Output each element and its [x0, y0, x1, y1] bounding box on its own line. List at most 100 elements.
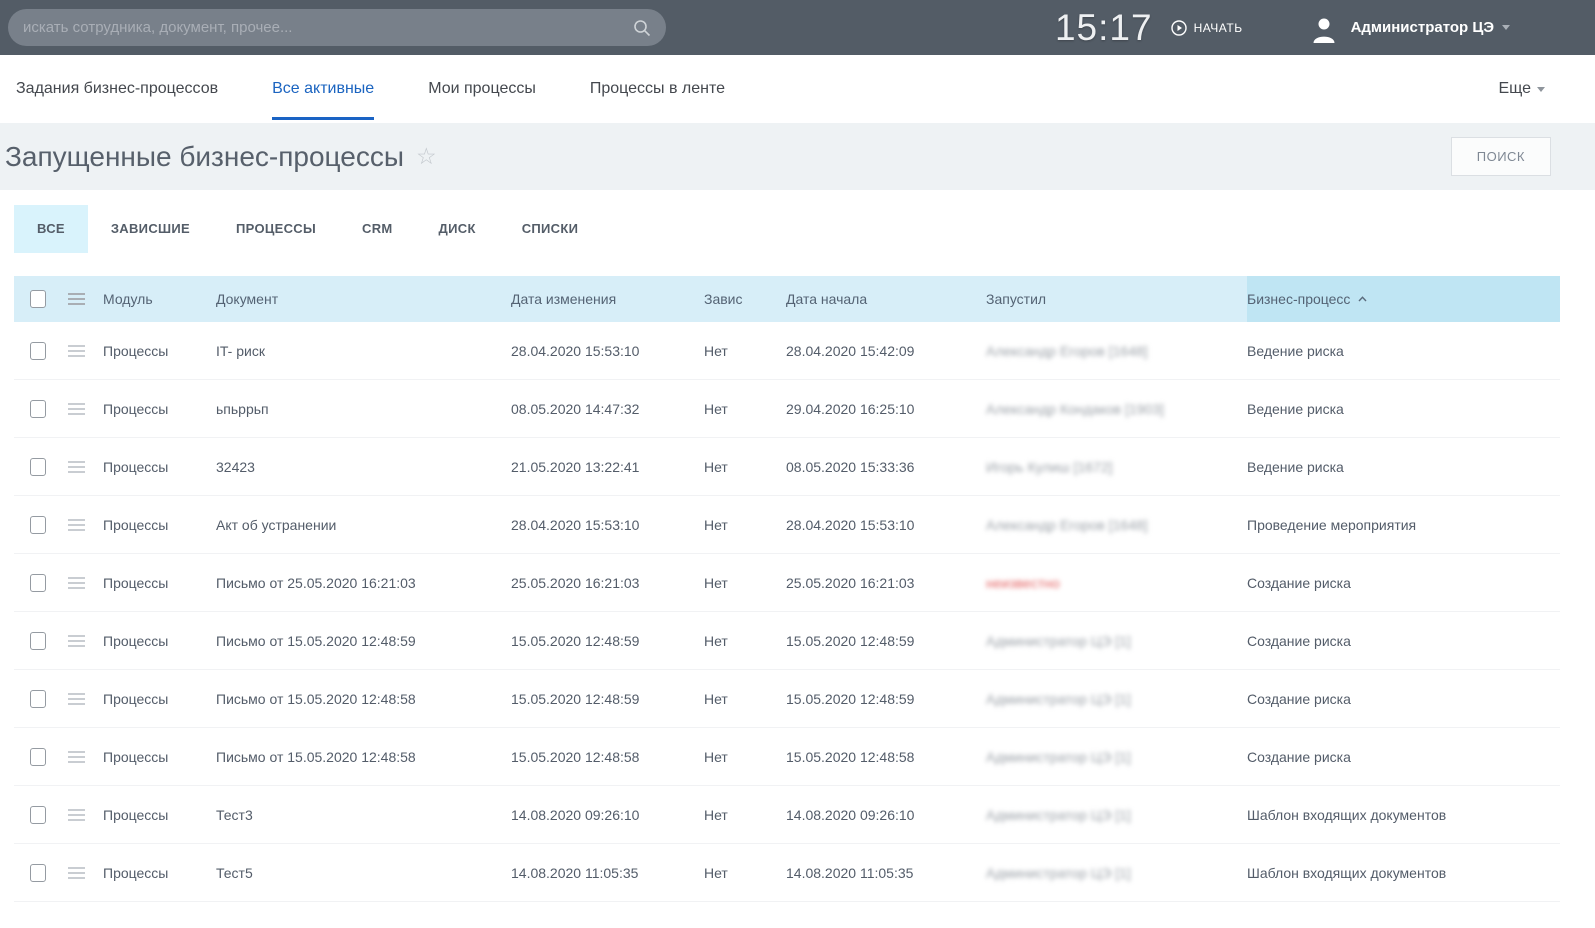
cell-hung: Нет	[704, 865, 786, 881]
row-checkbox[interactable]	[30, 516, 46, 534]
table-row[interactable]: Процессы Письмо от 15.05.2020 12:48:58 1…	[14, 670, 1560, 728]
cell-module: Процессы	[103, 459, 216, 475]
row-menu-icon[interactable]	[68, 867, 85, 879]
cell-process: Ведение риска	[1247, 401, 1560, 417]
global-search[interactable]	[8, 9, 666, 46]
row-menu-icon[interactable]	[68, 577, 85, 589]
chevron-down-icon	[1502, 25, 1510, 30]
col-process-sorted[interactable]: Бизнес-процесс	[1247, 276, 1560, 322]
table-row[interactable]: Процессы IT- риск 28.04.2020 15:53:10 Не…	[14, 322, 1560, 380]
cell-process: Создание риска	[1247, 749, 1560, 765]
cell-launcher-redacted: Александр Кондаков [1903]	[986, 401, 1247, 417]
search-button[interactable]: ПОИСК	[1451, 137, 1551, 176]
filter-processes[interactable]: ПРОЦЕССЫ	[213, 205, 339, 253]
table-row[interactable]: Процессы Письмо от 15.05.2020 12:48:58 1…	[14, 728, 1560, 786]
cell-launcher-redacted: Администратор ЦЭ [1]	[986, 865, 1247, 881]
nav-tabs: Задания бизнес-процессов Все активные Мо…	[0, 55, 1595, 123]
col-document[interactable]: Документ	[216, 291, 511, 307]
row-checkbox[interactable]	[30, 864, 46, 882]
cell-document: 32423	[216, 459, 511, 475]
col-module[interactable]: Модуль	[103, 291, 216, 307]
row-menu-icon[interactable]	[68, 693, 85, 705]
cell-launcher-redacted: Администратор ЦЭ [1]	[986, 633, 1247, 649]
row-menu-icon[interactable]	[68, 519, 85, 531]
cell-modified: 25.05.2020 16:21:03	[511, 575, 704, 591]
row-menu-icon[interactable]	[68, 345, 85, 357]
top-bar: 15:17 НАЧАТЬ Администратор ЦЭ	[0, 0, 1595, 55]
start-label: НАЧАТЬ	[1194, 21, 1243, 35]
table-header: Модуль Документ Дата изменения Завис Дат…	[14, 276, 1560, 322]
table-row[interactable]: Процессы ьпьррьп 08.05.2020 14:47:32 Нет…	[14, 380, 1560, 438]
filter-disk[interactable]: ДИСК	[416, 205, 499, 253]
cell-launcher-redacted: Администратор ЦЭ [1]	[986, 807, 1247, 823]
row-checkbox[interactable]	[30, 458, 46, 476]
row-checkbox[interactable]	[30, 690, 46, 708]
cell-started: 14.08.2020 11:05:35	[786, 865, 986, 881]
filter-crm[interactable]: CRM	[339, 205, 416, 253]
cell-document: Письмо от 15.05.2020 12:48:59	[216, 633, 511, 649]
page-title: Запущенные бизнес-процессы	[5, 141, 404, 173]
col-launcher[interactable]: Запустил	[986, 291, 1247, 307]
cell-started: 14.08.2020 09:26:10	[786, 807, 986, 823]
header-menu-cell	[68, 293, 103, 305]
row-checkbox[interactable]	[30, 632, 46, 650]
cell-document: Акт об устранении	[216, 517, 511, 533]
row-checkbox[interactable]	[30, 400, 46, 418]
table-row[interactable]: Процессы Тест5 14.08.2020 11:05:35 Нет 1…	[14, 844, 1560, 902]
more-menu[interactable]: Еще	[1498, 55, 1545, 123]
row-menu-icon[interactable]	[68, 635, 85, 647]
tab-processes-in-feed[interactable]: Процессы в ленте	[590, 55, 725, 123]
cell-launcher-redacted: неизвестно	[986, 575, 1247, 591]
favorite-star-icon[interactable]: ☆	[416, 145, 437, 168]
process-table: Модуль Документ Дата изменения Завис Дат…	[14, 276, 1560, 902]
table-row[interactable]: Процессы 32423 21.05.2020 13:22:41 Нет 0…	[14, 438, 1560, 496]
cell-modified: 14.08.2020 11:05:35	[511, 865, 704, 881]
search-icon[interactable]	[633, 19, 651, 37]
row-menu-icon[interactable]	[68, 461, 85, 473]
menu-icon[interactable]	[68, 293, 85, 305]
cell-started: 15.05.2020 12:48:58	[786, 749, 986, 765]
cell-started: 28.04.2020 15:53:10	[786, 517, 986, 533]
tab-bp-tasks[interactable]: Задания бизнес-процессов	[16, 55, 218, 123]
cell-modified: 21.05.2020 13:22:41	[511, 459, 704, 475]
row-checkbox[interactable]	[30, 748, 46, 766]
col-started[interactable]: Дата начала	[786, 291, 986, 307]
col-process-label: Бизнес-процесс	[1247, 291, 1350, 307]
row-menu-icon[interactable]	[68, 403, 85, 415]
table-row[interactable]: Процессы Письмо от 15.05.2020 12:48:59 1…	[14, 612, 1560, 670]
col-modified[interactable]: Дата изменения	[511, 291, 704, 307]
cell-process: Ведение риска	[1247, 459, 1560, 475]
chevron-down-icon	[1537, 87, 1545, 92]
table-row[interactable]: Процессы Тест3 14.08.2020 09:26:10 Нет 1…	[14, 786, 1560, 844]
tab-my-processes[interactable]: Мои процессы	[428, 55, 536, 123]
cell-launcher-redacted: Александр Егоров [1648]	[986, 517, 1247, 533]
row-checkbox[interactable]	[30, 574, 46, 592]
filter-all[interactable]: ВСЕ	[14, 205, 88, 253]
cell-modified: 08.05.2020 14:47:32	[511, 401, 704, 417]
user-avatar[interactable]	[1309, 13, 1339, 43]
select-all-checkbox[interactable]	[30, 290, 46, 308]
header-checkbox-cell	[14, 290, 68, 308]
title-bar: Запущенные бизнес-процессы ☆ ПОИСК	[0, 123, 1595, 190]
cell-process: Создание риска	[1247, 575, 1560, 591]
row-checkbox[interactable]	[30, 806, 46, 824]
table-row[interactable]: Процессы Акт об устранении 28.04.2020 15…	[14, 496, 1560, 554]
more-label: Еще	[1498, 80, 1531, 98]
row-menu-icon[interactable]	[68, 809, 85, 821]
cell-launcher-redacted: Александр Егоров [1648]	[986, 343, 1247, 359]
filter-lists[interactable]: СПИСКИ	[499, 205, 602, 253]
row-checkbox[interactable]	[30, 342, 46, 360]
search-input[interactable]	[23, 19, 633, 36]
cell-modified: 15.05.2020 12:48:59	[511, 691, 704, 707]
cell-started: 25.05.2020 16:21:03	[786, 575, 986, 591]
tab-all-active[interactable]: Все активные	[272, 55, 374, 123]
user-name: Администратор ЦЭ	[1351, 19, 1494, 36]
user-menu[interactable]: Администратор ЦЭ	[1351, 19, 1510, 36]
row-menu-icon[interactable]	[68, 751, 85, 763]
cell-document: ьпьррьп	[216, 401, 511, 417]
start-timer-button[interactable]: НАЧАТЬ	[1171, 20, 1243, 36]
table-row[interactable]: Процессы Письмо от 25.05.2020 16:21:03 2…	[14, 554, 1560, 612]
col-hung[interactable]: Завис	[704, 291, 786, 307]
filter-hung[interactable]: ЗАВИСШИЕ	[88, 205, 213, 253]
cell-process: Шаблон входящих документов	[1247, 865, 1560, 881]
